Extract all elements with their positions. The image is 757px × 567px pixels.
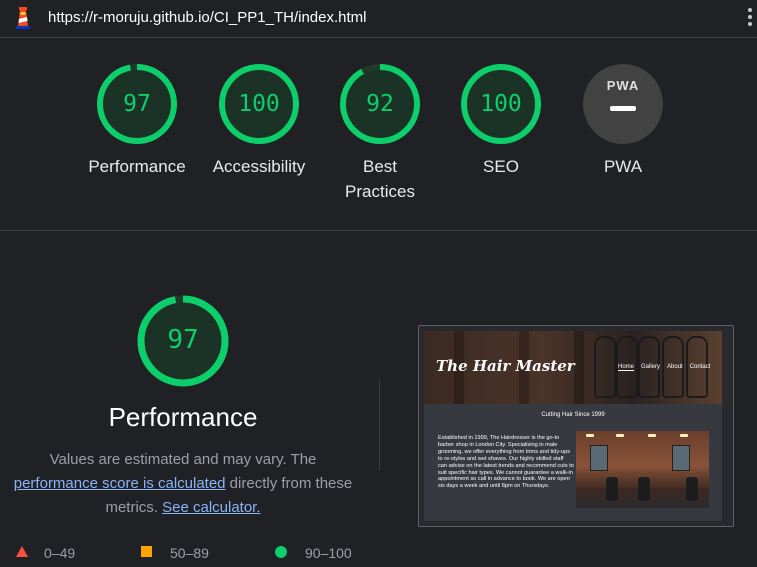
legend-fail-range: 0–49	[44, 545, 76, 561]
gauge-best-practices[interactable]: 92 Best Practices	[315, 64, 445, 204]
legend-average-range: 50–89	[170, 545, 209, 561]
gauge-accessibility-score: 100	[238, 91, 280, 117]
gauge-accessibility[interactable]: 100 Accessibility	[194, 64, 324, 179]
screenshot-barbershop-photo	[576, 431, 709, 508]
see-calculator-link[interactable]: See calculator.	[162, 499, 260, 516]
fail-triangle-icon	[16, 546, 28, 557]
screenshot-nav-about: About	[667, 364, 683, 370]
average-square-icon	[141, 546, 152, 557]
pwa-dash-icon	[610, 106, 636, 111]
section-divider	[0, 230, 757, 231]
report-url: https://r-moruju.github.io/CI_PP1_TH/ind…	[48, 9, 367, 26]
report-header: https://r-moruju.github.io/CI_PP1_TH/ind…	[0, 0, 757, 38]
gauge-best-practices-label: Best Practices	[345, 157, 415, 201]
pwa-badge-icon: PWA	[583, 64, 663, 144]
performance-score-large: 97	[167, 325, 199, 355]
gauge-pwa[interactable]: PWA PWA	[558, 64, 688, 179]
category-gauges: 97 Performance 100 Accessibility 92 Best…	[0, 38, 757, 230]
screenshot-nav-gallery: Gallery	[641, 364, 661, 370]
gauge-accessibility-label: Accessibility	[212, 157, 306, 176]
lighthouse-logo-icon	[16, 7, 30, 29]
legend-pass-range: 90–100	[305, 545, 352, 561]
gauge-seo[interactable]: 100 SEO	[436, 64, 566, 179]
final-screenshot[interactable]: The Hair Master Home Gallery About Contact …	[424, 331, 722, 521]
scissors-icon	[594, 336, 616, 398]
pwa-badge-text: PWA	[606, 78, 640, 93]
screenshot-nav-home: Home	[618, 364, 635, 371]
pass-circle-icon	[275, 546, 287, 558]
screenshot-nav-contact: Contact	[689, 364, 711, 370]
performance-desc-text-1: Values are estimated and may vary. The	[49, 451, 317, 468]
vertical-divider	[379, 380, 380, 470]
screenshot-body-text: Established in 1999, The Hairdresser is …	[438, 435, 574, 490]
more-options-icon[interactable]	[745, 6, 755, 30]
gauge-performance-label: Performance	[88, 157, 186, 176]
gauge-performance[interactable]: 97 Performance	[72, 64, 202, 179]
screenshot-subtitle: Cutting Hair Since 1999	[541, 412, 605, 418]
screenshot-logo: The Hair Master	[436, 357, 575, 375]
gauge-seo-score: 100	[480, 91, 522, 117]
score-legend: 0–49 50–89 90–100	[0, 541, 400, 567]
performance-description: Values are estimated and may vary. The p…	[6, 448, 360, 520]
score-calculated-link[interactable]: performance score is calculated	[14, 475, 226, 492]
screenshot-nav: Home Gallery About Contact	[618, 364, 717, 371]
gauge-seo-label: SEO	[483, 157, 519, 176]
performance-title: Performance	[108, 402, 258, 432]
gauge-best-practices-score: 92	[366, 91, 394, 117]
gauge-pwa-label: PWA	[603, 157, 643, 176]
gauge-performance-score: 97	[123, 91, 151, 117]
